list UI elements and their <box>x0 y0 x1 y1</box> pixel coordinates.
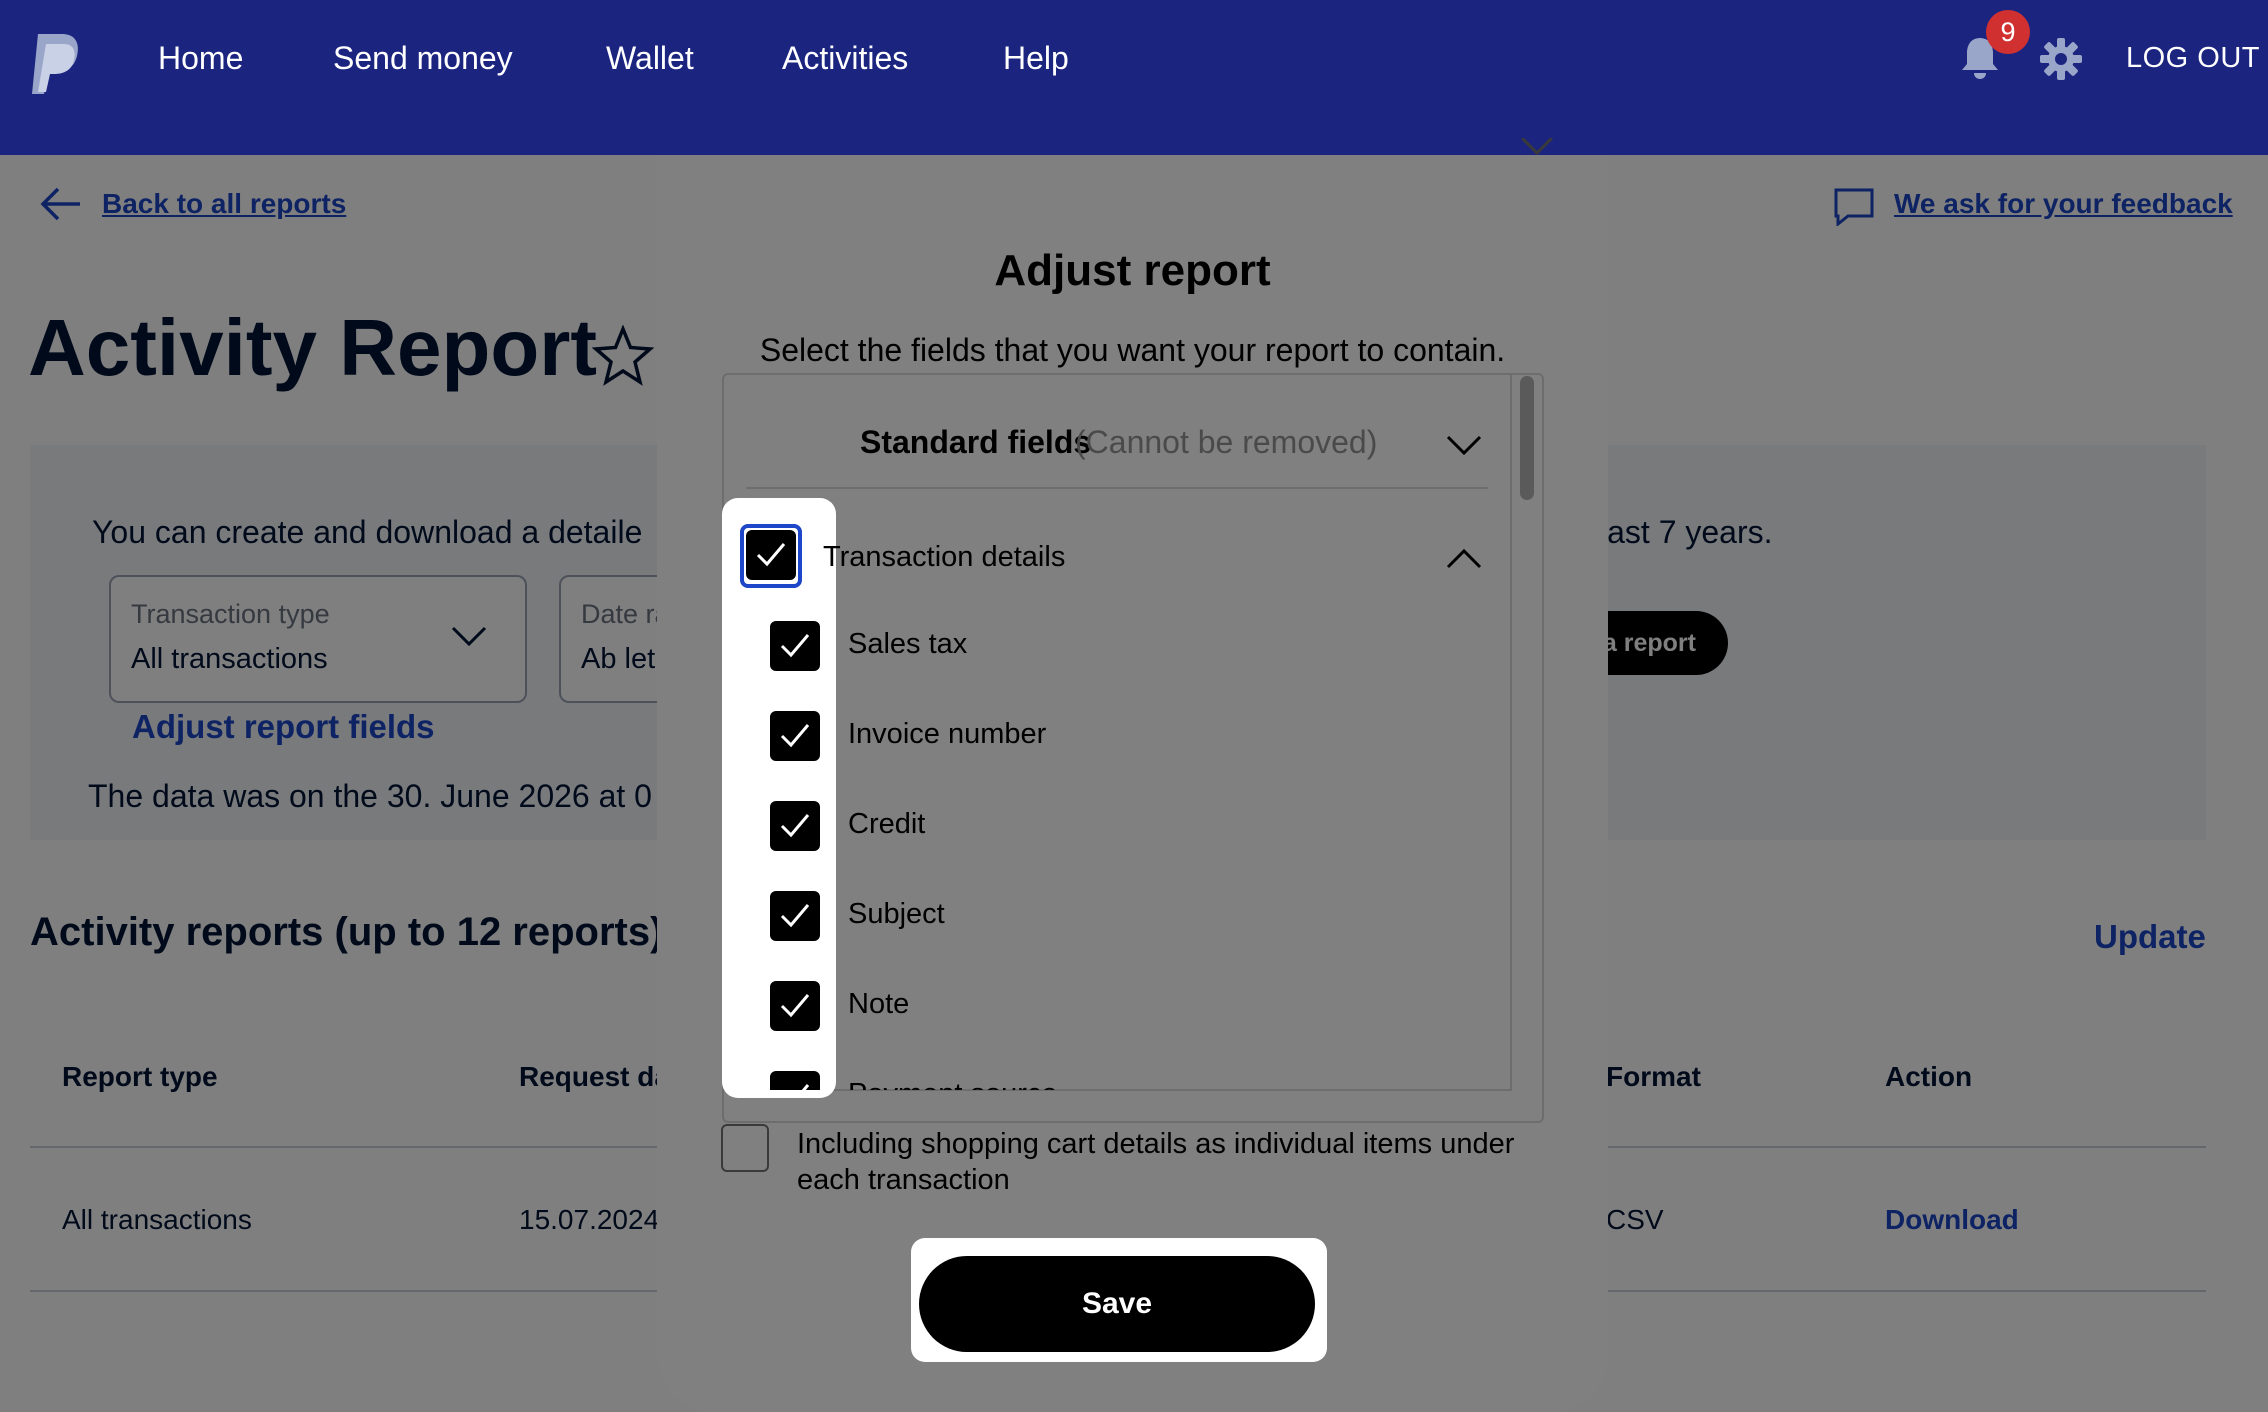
payment-source-checkbox[interactable] <box>770 1071 820 1090</box>
nav-home[interactable]: Home <box>158 40 243 77</box>
nav-send-money[interactable]: Send money <box>333 40 513 77</box>
save-button[interactable]: Save <box>919 1256 1315 1352</box>
checkmark-icon <box>780 724 810 748</box>
subject-checkbox[interactable] <box>770 891 820 941</box>
checkmark-icon <box>780 994 810 1018</box>
field-label-payment-source: Payment source <box>848 1078 1058 1090</box>
modal-subtitle: Select the fields that you want your rep… <box>759 332 1506 368</box>
invoice-number-checkbox[interactable] <box>770 711 820 761</box>
paypal-logo-icon[interactable] <box>30 34 80 94</box>
scrollbar[interactable] <box>1520 376 1534 500</box>
field-label-invoice-number: Invoice number <box>848 718 1047 750</box>
checkmark-icon <box>780 814 810 838</box>
standard-fields-note: (Cannot be removed) <box>1075 424 1378 460</box>
top-nav: Home Send money Wallet Activities Help 9… <box>0 0 2268 155</box>
cart-details-label: Including shopping cart details as indiv… <box>797 1128 1515 1196</box>
notification-badge: 9 <box>1986 10 2030 54</box>
field-label-subject: Subject <box>848 898 945 930</box>
checkmark-icon <box>801 1084 810 1090</box>
nav-help[interactable]: Help <box>1003 40 1069 77</box>
divider <box>746 487 1488 489</box>
field-label-credit: Credit <box>848 808 926 840</box>
field-scroll-area: Sales tax Invoice number Credit Subject … <box>722 498 1542 1090</box>
chevron-up-icon[interactable] <box>1446 548 1482 570</box>
modal-title: Adjust report <box>994 246 1271 295</box>
focus-ring <box>740 524 802 588</box>
nav-wallet[interactable]: Wallet <box>606 40 694 77</box>
nav-activities[interactable]: Activities <box>782 40 908 77</box>
credit-checkbox[interactable] <box>770 801 820 851</box>
chevron-down-icon[interactable] <box>1446 434 1482 456</box>
field-label-note: Note <box>848 988 910 1020</box>
logout-link[interactable]: LOG OUT <box>2126 42 2260 75</box>
standard-fields-label: Standard fields <box>860 424 1092 460</box>
close-icon[interactable] <box>1518 138 1554 162</box>
checkmark-icon <box>780 634 810 658</box>
sales-tax-checkbox[interactable] <box>770 621 820 671</box>
cart-details-checkbox[interactable] <box>721 1124 769 1172</box>
note-checkbox[interactable] <box>770 981 820 1031</box>
field-label-sales-tax: Sales tax <box>848 628 968 660</box>
checkmark-icon <box>780 904 810 928</box>
transaction-details-label: Transaction details <box>823 541 1066 573</box>
gear-icon[interactable] <box>2040 38 2082 80</box>
